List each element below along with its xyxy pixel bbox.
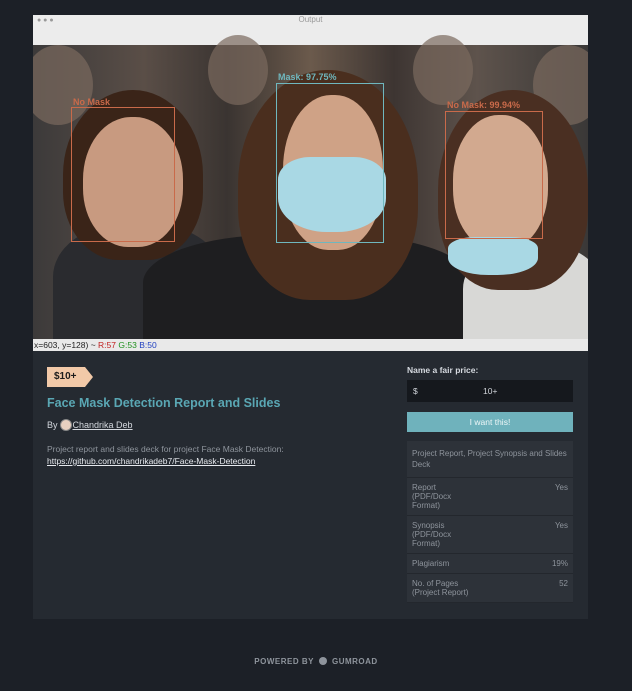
spec-key: No. of Pages (Project Report) [412, 579, 469, 597]
purchase-panel: Name a fair price: $ 10+ I want this! Pr… [407, 365, 573, 603]
no-mask-detection-label-right: No Mask: 99.94% [447, 100, 521, 110]
author-link[interactable]: Chandrika Deb [73, 420, 133, 430]
right-person-mask [448, 237, 538, 275]
no-mask-detection-box-right [445, 111, 543, 239]
spec-key: Report (PDF/Docx Format) [412, 483, 452, 510]
by-label: By [47, 420, 58, 430]
product-card: ● ● ● Output No Mask Mask: 97.75% No Mas… [33, 15, 588, 619]
buy-button[interactable]: I want this! [407, 412, 573, 432]
specs-heading: Project Report, Project Synopsis and Sli… [407, 441, 573, 478]
background-person [413, 35, 473, 105]
spec-row: Synopsis (PDF/Docx Format) Yes [407, 516, 573, 554]
status-coordinates: x=603, y=128) ~ [34, 340, 99, 350]
gumroad-logo-icon [318, 657, 327, 665]
status-r: R:57 [98, 340, 117, 350]
spec-value: 19% [551, 559, 568, 568]
background-person [208, 35, 268, 105]
spec-row: Plagiarism 19% [407, 554, 573, 574]
price-input[interactable]: $ 10+ [407, 380, 573, 402]
pixel-status-bar: x=603, y=128) ~ R:57 G:53 B:50 [33, 339, 588, 351]
author-line: By Chandrika Deb [47, 419, 133, 431]
window-controls-icon: ● ● ● [37, 17, 54, 24]
status-b: B:50 [139, 340, 157, 350]
window-title: Output [298, 15, 323, 24]
fair-price-label: Name a fair price: [407, 365, 479, 375]
currency-symbol: $ [413, 386, 418, 396]
author-avatar [59, 419, 72, 431]
gumroad-link[interactable]: GUMROAD [332, 657, 378, 666]
product-description: Project report and slides deck for proje… [47, 443, 367, 467]
spec-value: Yes [554, 483, 568, 492]
mask-detection-box [276, 83, 384, 243]
mask-detection-label: Mask: 97.75% [278, 72, 337, 82]
spec-row: Report (PDF/Docx Format) Yes [407, 478, 573, 516]
product-specs: Project Report, Project Synopsis and Sli… [407, 441, 573, 603]
product-title: Face Mask Detection Report and Slides [47, 396, 281, 410]
spec-value: 52 [559, 579, 568, 588]
window-titlebar: ● ● ● Output [33, 15, 588, 45]
price-placeholder: 10+ [483, 386, 498, 396]
footer: POWERED BY GUMROAD [0, 657, 632, 666]
no-mask-detection-label: No Mask [73, 97, 111, 107]
crowd-photo: No Mask Mask: 97.75% No Mask: 99.94% [33, 35, 588, 351]
no-mask-detection-box [71, 107, 175, 242]
spec-value: Yes [554, 521, 568, 530]
product-cover-image: ● ● ● Output No Mask Mask: 97.75% No Mas… [33, 15, 588, 351]
price-badge: $10+ [47, 367, 92, 387]
github-link[interactable]: https://github.com/chandrikadeb7/Face-Ma… [47, 456, 255, 466]
spec-key: Synopsis (PDF/Docx Format) [412, 521, 452, 548]
spec-key: Plagiarism [412, 559, 450, 568]
status-g: G:53 [118, 340, 137, 350]
description-text: Project report and slides deck for proje… [47, 444, 284, 454]
spec-row: No. of Pages (Project Report) 52 [407, 574, 573, 603]
powered-by-label: POWERED BY [254, 657, 314, 666]
